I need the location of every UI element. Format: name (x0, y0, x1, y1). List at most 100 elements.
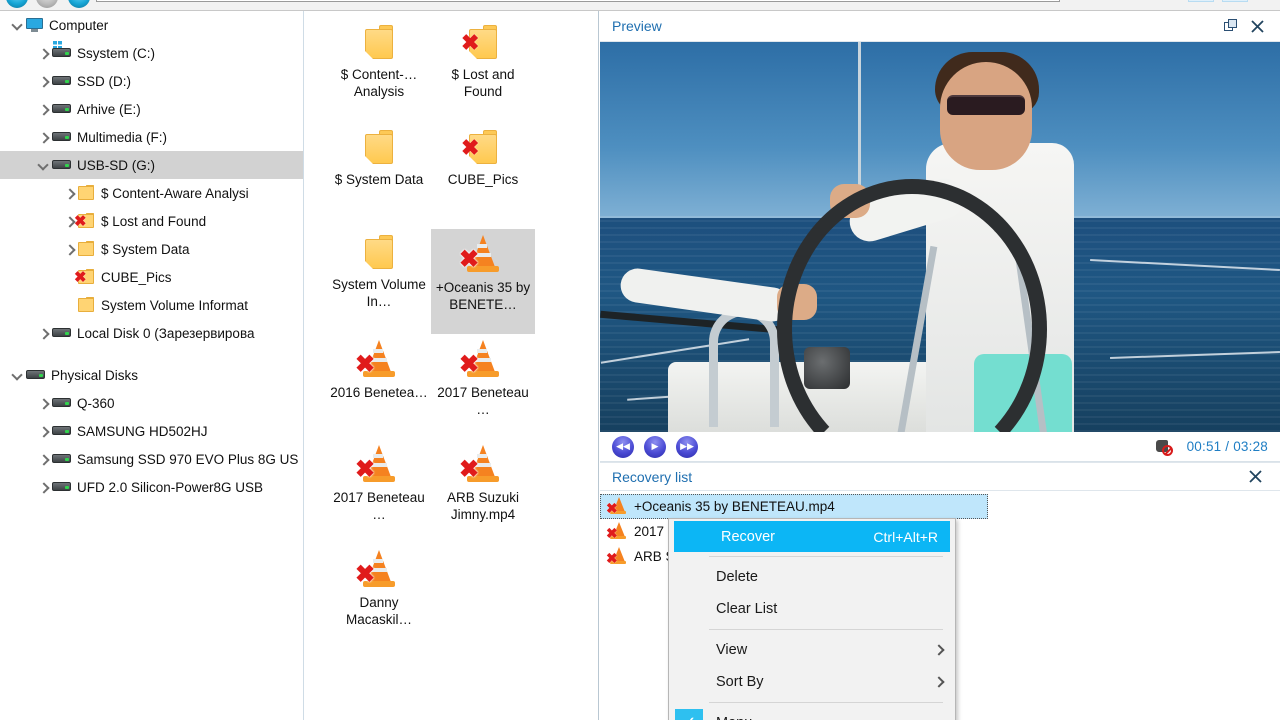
mute-speaker-icon[interactable] (1153, 437, 1175, 457)
tree-item-samsung-hd502hj[interactable]: SAMSUNG HD502HJ (0, 417, 303, 445)
tree-item-ssd-d[interactable]: SSD (D:) (0, 67, 303, 95)
up-circle-icon[interactable] (68, 0, 90, 8)
file-grid-panel[interactable]: $ Content-… Analysis ✖ $ Lost and Found $ S… (305, 11, 599, 720)
video-preview-stage[interactable] (600, 42, 1280, 432)
address-input[interactable] (96, 0, 1060, 2)
chevron-down-icon[interactable] (8, 361, 26, 389)
checkmark-icon[interactable]: ✓ (675, 709, 703, 720)
menu-item-view[interactable]: View (669, 634, 955, 666)
file-grid-item[interactable]: $ System Data (327, 124, 431, 229)
fast-forward-icon[interactable]: ▶▶ (676, 435, 698, 458)
file-grid-item[interactable]: ✖ Danny Macaskil… (327, 544, 431, 649)
file-grid-item[interactable]: ✖ CUBE_Pics (431, 124, 535, 229)
tree-item-multimedia-f[interactable]: Multimedia (F:) (0, 123, 303, 151)
file-grid-item-label: +Oceanis 35 by BENETE… (435, 280, 531, 312)
chevron-right-icon[interactable] (34, 67, 52, 95)
file-grid-item[interactable]: ✖ 2016 Benetea… (327, 334, 431, 439)
recovery-context-menu[interactable]: Recover Ctrl+Alt+R Delete Clear List View Sor… (668, 518, 956, 720)
recovery-list-row[interactable]: ✖ +Oceanis 35 by BENETEAU.mp4 (600, 494, 988, 519)
tree-item-system-data[interactable]: $ System Data (0, 235, 303, 263)
file-grid-item-label: CUBE_Pics (447, 172, 519, 187)
menu-item-sort-by[interactable]: Sort By (669, 666, 955, 698)
menu-separator (709, 702, 943, 703)
drive-icon (52, 327, 71, 339)
menu-item-clear-list[interactable]: Clear List (669, 593, 955, 625)
drive-icon (52, 131, 71, 143)
back-circle-icon[interactable] (6, 0, 28, 8)
tree-item-computer[interactable]: Computer (0, 11, 303, 39)
rewind-icon[interactable]: ◀◀ (612, 435, 634, 458)
tree-item-label: CUBE_Pics (101, 269, 172, 285)
tree-item-local-disk-0[interactable]: Local Disk 0 (Зарезервирова (0, 319, 303, 347)
menu-item-recover[interactable]: Recover Ctrl+Alt+R (674, 521, 950, 552)
play-icon[interactable]: ▶ (644, 435, 666, 458)
file-grid-item-label: ARB Suzuki Jimny.mp4 (446, 490, 520, 522)
tree-item-content-aware-analysi[interactable]: $ Content-Aware Analysi (0, 179, 303, 207)
tree-item-ssystem-c[interactable]: Ssystem (C:) (0, 39, 303, 67)
chevron-right-icon[interactable] (34, 123, 52, 151)
file-grid-item-label: $ Lost and Found (451, 67, 515, 99)
tree-item-samsung-ssd-970-evo-plus-8g-us[interactable]: Samsung SSD 970 EVO Plus 8G US (0, 445, 303, 473)
preview-title: Preview (612, 18, 662, 34)
playback-time: 00:51 / 03:28 (1186, 439, 1268, 454)
preview-close-icon[interactable] (1244, 14, 1270, 38)
detach-window-icon[interactable] (1218, 14, 1244, 38)
folder-icon (359, 130, 399, 167)
monitor-icon (26, 18, 43, 32)
tree-item-arhive-e[interactable]: Arhive (E:) (0, 95, 303, 123)
file-grid-item-label: $ System Data (334, 172, 424, 187)
folder-deleted-icon: ✖ (74, 269, 95, 285)
tree-item-cube-pics[interactable]: ✖ CUBE_Pics (0, 263, 303, 291)
tree-item-label: Arhive (E:) (77, 101, 141, 117)
menu-separator (709, 556, 943, 557)
chevron-down-icon[interactable] (8, 11, 26, 39)
file-grid-item[interactable]: ✖ +Oceanis 35 by BENETE… (431, 229, 535, 334)
chevron-down-icon[interactable] (34, 151, 52, 179)
tree-item-q-360[interactable]: Q-360 (0, 389, 303, 417)
file-grid-item[interactable]: System Volume In… (327, 229, 431, 334)
recovery-list-close-icon[interactable] (1242, 465, 1268, 489)
toolbar-button-2[interactable] (1222, 0, 1248, 2)
tree-item-usb-sd-g[interactable]: USB-SD (G:) (0, 151, 303, 179)
tree-item-system-volume-informat[interactable]: System Volume Informat (0, 291, 303, 319)
chevron-right-icon (935, 678, 943, 686)
tree-item-ufd-2-0-silicon-power8g-usb[interactable]: UFD 2.0 Silicon-Power8G USB (0, 473, 303, 501)
chevron-right-icon[interactable] (34, 319, 52, 347)
folder-icon (78, 185, 95, 201)
chevron-right-icon[interactable] (60, 179, 78, 207)
folder-deleted-icon: ✖ (461, 25, 503, 62)
tree-item-label: $ Lost and Found (101, 213, 207, 229)
tree-item-lost-and-found[interactable]: ✖ $ Lost and Found (0, 207, 303, 235)
chevron-right-icon[interactable] (34, 473, 52, 501)
chevron-right-icon[interactable] (60, 235, 78, 263)
tree-item-physical-disks[interactable]: Physical Disks (0, 361, 303, 389)
file-grid-item[interactable]: ✖ 2017 Beneteau … (327, 439, 431, 544)
chevron-right-icon[interactable] (34, 39, 52, 67)
toolbar-button-1[interactable] (1188, 0, 1214, 2)
chevron-right-icon[interactable] (34, 389, 52, 417)
menu-item-label: Menu (716, 715, 752, 720)
file-grid-item[interactable]: ✖ 2017 Beneteau … (431, 334, 535, 439)
menu-item-label: Recover (721, 528, 775, 545)
player-controls: ◀◀ ▶ ▶▶ 00:51 / 03:28 (600, 432, 1280, 462)
file-grid-item[interactable]: ✖ $ Lost and Found (431, 19, 535, 124)
forward-circle-icon[interactable] (36, 0, 58, 8)
drive-icon (52, 159, 71, 171)
file-grid-item-label: Danny Macaskil… (345, 595, 412, 627)
folder-icon (78, 297, 95, 313)
folder-deleted-icon: ✖ (74, 213, 95, 229)
device-tree-panel[interactable]: Computer Ssystem (C:) SSD (D:) Arhive (E:) M… (0, 11, 304, 720)
file-grid-item[interactable]: ✖ ARB Suzuki Jimny.mp4 (431, 439, 535, 544)
tree-item-label: Computer (49, 17, 109, 33)
file-grid-item[interactable]: $ Content-… Analysis (327, 19, 431, 124)
folder-deleted-icon: ✖ (461, 130, 503, 167)
drive-icon (52, 103, 71, 115)
menu-item-delete[interactable]: Delete (669, 561, 955, 593)
chevron-right-icon[interactable] (34, 445, 52, 473)
chevron-right-icon[interactable] (34, 417, 52, 445)
tree-item-label: $ System Data (101, 241, 190, 257)
chevron-right-icon[interactable] (34, 95, 52, 123)
tree-item-label: UFD 2.0 Silicon-Power8G USB (77, 479, 264, 495)
menu-separator (709, 629, 943, 630)
menu-item-menu[interactable]: ✓ Menu (669, 707, 955, 720)
